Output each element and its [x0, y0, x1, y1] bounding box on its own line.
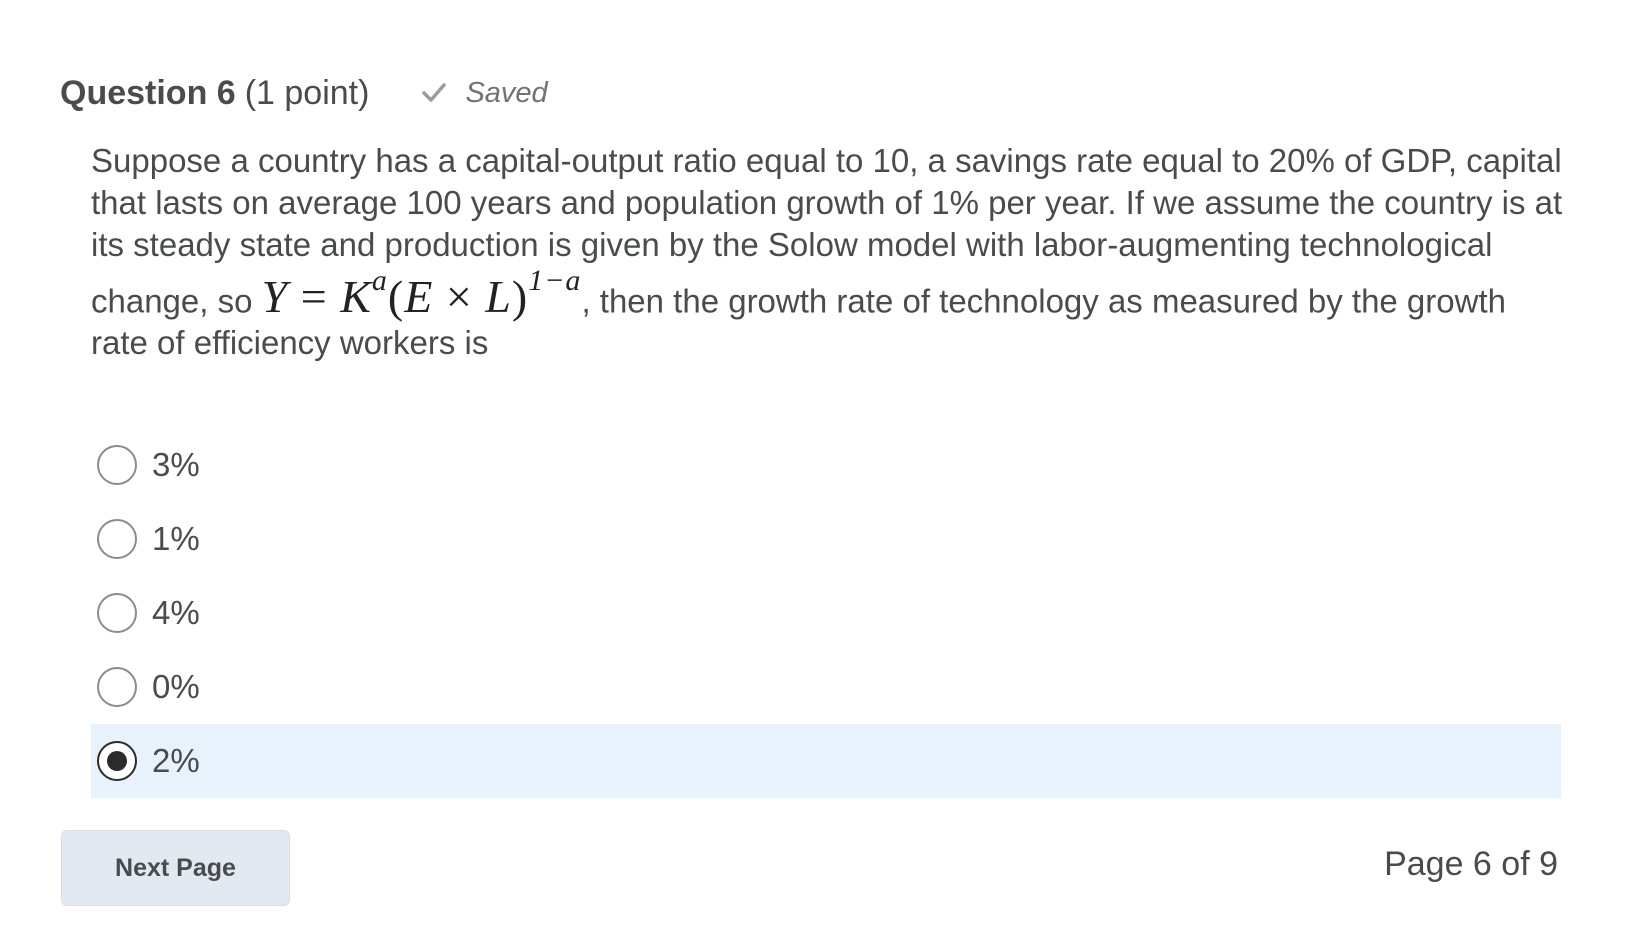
formula-e: E: [404, 271, 434, 323]
formula-outer-exponent: 1−a: [528, 264, 582, 297]
answer-option[interactable]: 3%: [91, 428, 1561, 502]
radio-button[interactable]: [97, 667, 137, 707]
formula-times: ×: [445, 271, 473, 323]
page-indicator: Page 6 of 9: [1384, 845, 1558, 883]
option-label[interactable]: 2%: [152, 742, 200, 780]
saved-label: Saved: [465, 76, 548, 109]
production-function-formula: Y = Ka(E × L)1−a: [261, 264, 582, 323]
question-header: Question 6 (1 point) Saved: [60, 70, 548, 116]
formula-l: L: [485, 271, 512, 323]
radio-button[interactable]: [97, 445, 137, 485]
option-label[interactable]: 1%: [152, 520, 200, 558]
formula-paren-close: ): [511, 271, 529, 323]
radio-dot: [107, 751, 127, 771]
check-icon: [422, 83, 447, 102]
answer-option[interactable]: 1%: [91, 502, 1561, 576]
formula-equals: =: [300, 271, 328, 323]
answer-option[interactable]: 4%: [91, 576, 1561, 650]
option-label[interactable]: 0%: [152, 668, 200, 706]
next-page-button[interactable]: Next Page: [61, 830, 290, 906]
answer-option[interactable]: 2%: [91, 724, 1561, 798]
formula-lhs: Y: [261, 271, 289, 323]
answer-option[interactable]: 0%: [91, 650, 1561, 724]
option-label[interactable]: 3%: [152, 446, 200, 484]
formula-k: K: [340, 271, 372, 323]
radio-button[interactable]: [97, 741, 137, 781]
question-text: Suppose a country has a capital-output r…: [91, 140, 1566, 364]
question-points: (1 point): [244, 73, 370, 112]
answer-options: 3% 1% 4% 0% 2%: [91, 428, 1561, 798]
saved-status: Saved: [421, 76, 548, 110]
option-label[interactable]: 4%: [152, 594, 200, 632]
radio-button[interactable]: [97, 519, 137, 559]
radio-button[interactable]: [97, 593, 137, 633]
formula-k-exponent: a: [371, 264, 388, 297]
question-title: Question 6: [60, 73, 236, 112]
formula-paren-open: (: [387, 271, 405, 323]
